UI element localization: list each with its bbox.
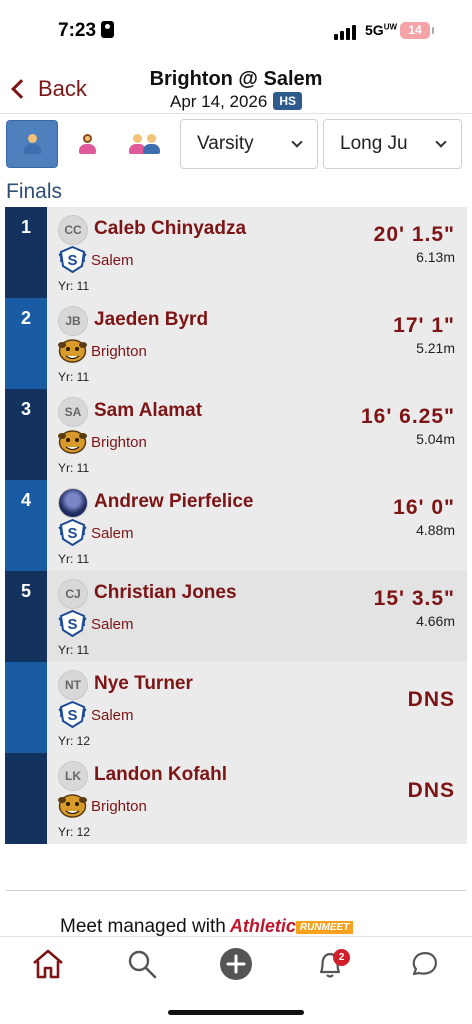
meet-date: Apr 14, 2026 HS [0,92,472,112]
chevron-down-icon [291,135,303,148]
add-icon[interactable] [219,947,253,981]
result-mark: DNS [407,779,455,802]
athlete-name[interactable]: Sam Alamat [94,400,202,422]
home-icon[interactable] [31,947,65,981]
result-mark: 16' 0" [393,496,455,519]
focus-icon [101,21,115,38]
result-mark: DNS [407,688,455,711]
result-metric: 4.66m [416,613,455,629]
team-name[interactable]: Salem [91,616,134,633]
athlete-name[interactable]: Christian Jones [94,582,237,604]
team-name[interactable]: Salem [91,525,134,542]
salem-logo-icon: S [57,518,88,547]
athlete-name[interactable]: Nye Turner [94,673,193,695]
level-select[interactable]: Varsity [180,119,318,169]
chevron-down-icon [435,135,447,148]
svg-text:S: S [67,616,77,633]
section-title: Finals [6,180,63,203]
home-indicator [168,1010,304,1015]
athlete-avatar: SA [58,397,88,427]
level-badge: HS [273,92,303,110]
battery-icon: 14 [400,22,434,39]
athlete-name[interactable]: Landon Kofahl [94,764,227,786]
boys-filter-button[interactable] [6,120,58,168]
chat-icon[interactable] [408,947,442,981]
place-number: 3 [5,389,47,480]
status-time: 7:23 [58,20,115,42]
status-bar: 7:23 5GUW 14 [0,0,472,62]
athlete-year: Yr: 11 [58,552,90,566]
result-row[interactable]: LK Landon Kofahl Brighton Yr: 12 DNS [5,753,467,844]
athlete-avatar [58,488,88,518]
svg-text:S: S [67,707,77,724]
result-metric: 5.21m [416,340,455,356]
result-row[interactable]: 5 CJ Christian Jones S Salem Yr: 11 15' 3.5" 4.… [5,571,467,662]
result-row[interactable]: 4 Andrew Pierfelice S Salem Yr: 11 16' 0" 4.88… [5,480,467,571]
athlete-name[interactable]: Jaeden Byrd [94,309,208,331]
athlete-year: Yr: 11 [58,370,90,384]
place-number [5,662,47,753]
athlete-avatar: JB [58,306,88,336]
coed-icon [128,134,160,154]
network-label: 5GUW [365,22,398,38]
coed-filter-button[interactable] [118,120,170,168]
svg-text:S: S [67,252,77,269]
result-mark: 17' 1" [393,314,455,337]
athletic-logo[interactable]: Athletic [230,916,296,937]
filter-bar: Varsity Long Ju [0,114,472,178]
result-metric: 4.88m [416,522,455,538]
result-mark: 20' 1.5" [373,223,455,246]
event-select[interactable]: Long Ju [323,119,462,169]
result-metric: 6.13m [416,249,455,265]
place-number: 5 [5,571,47,662]
place-number: 1 [5,207,47,298]
athlete-year: Yr: 11 [58,279,90,293]
signal-icon [334,25,358,45]
athlete-year: Yr: 11 [58,643,90,657]
place-number: 2 [5,298,47,389]
svg-text:S: S [67,525,77,542]
search-icon[interactable] [125,947,159,981]
place-number: 4 [5,480,47,571]
result-row[interactable]: 2 JB Jaeden Byrd Brighton Yr: 11 17' 1" 5.21m [5,298,467,389]
brighton-logo-icon [57,337,88,364]
page-title: Brighton @ Salem [149,68,323,90]
level-select-value: Varsity [197,133,254,154]
boy-icon [23,134,41,154]
athlete-avatar: CC [58,215,88,245]
girl-icon [78,134,96,154]
athlete-year: Yr: 12 [58,825,91,839]
result-mark: 16' 6.25" [360,405,455,428]
athlete-name[interactable]: Andrew Pierfelice [94,491,253,513]
result-row[interactable]: 3 SA Sam Alamat Brighton Yr: 11 16' 6.25" 5.04… [5,389,467,480]
brighton-logo-icon [57,792,88,819]
result-metric: 5.04m [416,431,455,447]
salem-logo-icon: S [57,609,88,638]
team-name[interactable]: Salem [91,252,134,269]
team-name[interactable]: Brighton [91,343,147,360]
result-row[interactable]: 1 CC Caleb Chinyadza S Salem Yr: 11 20' 1.5" 6.… [5,207,467,298]
divider [6,890,466,891]
salem-logo-icon: S [57,700,88,729]
athlete-avatar: LK [58,761,88,791]
result-row[interactable]: NT Nye Turner S Salem Yr: 12 DNS [5,662,467,753]
notification-badge: 2 [333,949,350,966]
team-name[interactable]: Salem [91,707,134,724]
girls-filter-button[interactable] [61,120,113,168]
athlete-avatar: CJ [58,579,88,609]
event-select-value: Long Ju [340,133,408,154]
salem-logo-icon: S [57,245,88,274]
nav-header: Back Brighton @ Salem Apr 14, 2026 HS [0,62,472,114]
athlete-year: Yr: 11 [58,461,90,475]
athlete-avatar: NT [58,670,88,700]
results-list: 1 CC Caleb Chinyadza S Salem Yr: 11 20' 1.5" 6.… [5,207,467,844]
managed-by-text: Meet managed with Athletic RUNMEET [60,916,354,938]
athlete-name[interactable]: Caleb Chinyadza [94,218,246,240]
brighton-logo-icon [57,428,88,455]
athlete-year: Yr: 12 [58,734,91,748]
team-name[interactable]: Brighton [91,434,147,451]
result-mark: 15' 3.5" [373,587,455,610]
place-number [5,753,47,844]
team-name[interactable]: Brighton [91,798,147,815]
